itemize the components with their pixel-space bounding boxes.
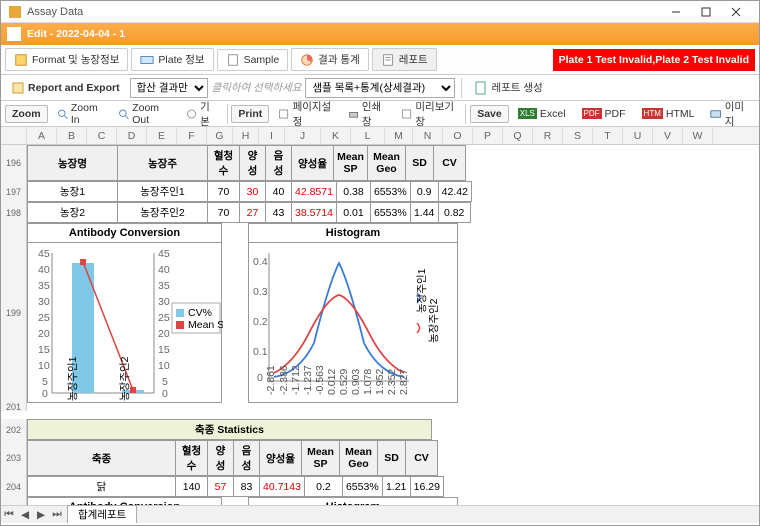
chart-antibody: 454035302520151050 454035302520151050 CV…	[28, 243, 223, 401]
svg-text:15: 15	[38, 344, 50, 356]
tab-report[interactable]: 레포트	[372, 48, 437, 71]
maximize-button[interactable]	[691, 3, 721, 21]
chart3-title: Antibody Conversion	[28, 498, 221, 505]
svg-text:35: 35	[38, 280, 50, 292]
svg-text:-0.563: -0.563	[314, 365, 326, 395]
sheet-nav-last[interactable]: ⏭	[49, 508, 65, 521]
svg-text:농장주인2: 농장주인2	[119, 356, 131, 401]
separator	[461, 78, 462, 98]
svg-text:농장주인2: 농장주인2	[428, 298, 440, 343]
tab-format[interactable]: Format 및 농장정보	[5, 48, 128, 71]
svg-text:0.2: 0.2	[253, 316, 268, 328]
table2-header: 축종혈청수양성음성양성율Mean SPMean GeoSDCV	[27, 440, 438, 476]
sheet-tab[interactable]: 합계레포트	[67, 505, 137, 523]
sheet-nav-next[interactable]: ▶	[33, 509, 49, 521]
sheet-nav-first[interactable]: ⏮	[1, 508, 17, 521]
save-excel-button[interactable]: XLSExcel	[511, 105, 573, 123]
table1-header: 농장명농장주혈청수양성음성양성율Mean SPMean GeoSDCV	[27, 145, 466, 181]
svg-text:30: 30	[158, 296, 170, 308]
window-title: Assay Data	[27, 6, 661, 18]
tab-plate[interactable]: Plate 정보	[131, 48, 213, 71]
minimize-button[interactable]	[661, 3, 691, 21]
svg-text:40: 40	[158, 264, 170, 276]
tab-result[interactable]: 결과 통계	[291, 48, 369, 71]
svg-text:0.3: 0.3	[253, 286, 268, 298]
save-html-button[interactable]: HTMHTML	[635, 105, 702, 123]
combo-detail-type[interactable]: 샘플 목록+통계(상세결과)	[305, 78, 455, 98]
svg-text:0: 0	[162, 388, 168, 400]
svg-text:Mean SP: Mean SP	[188, 319, 223, 331]
stats-title: 축종 Statistics	[27, 419, 432, 440]
svg-text:45: 45	[158, 248, 170, 260]
svg-text:0.1: 0.1	[253, 346, 268, 358]
column-header[interactable]: ABCDEFGHIJKLMNOPQRSTUVW	[1, 127, 759, 145]
svg-text:15: 15	[158, 344, 170, 356]
svg-text:농장주인1: 농장주인1	[416, 268, 428, 313]
svg-text:-1.237: -1.237	[302, 365, 314, 395]
svg-text:0: 0	[42, 388, 48, 400]
table-row: 농장1농장주인170304042.85710.386553%0.942.42	[27, 181, 472, 202]
zoomout-button[interactable]: Zoom Out	[111, 99, 177, 129]
svg-text:25: 25	[158, 312, 170, 324]
save-pdf-button[interactable]: PDFPDF	[575, 105, 633, 123]
alert-banner: Plate 1 Test Invalid,Plate 2 Test Invali…	[553, 49, 755, 71]
svg-text:1.952: 1.952	[374, 369, 386, 395]
app-icon	[9, 6, 21, 18]
svg-text:30: 30	[38, 296, 50, 308]
chart-histogram: 0.40.30.20.10 농장주인1 농장주인2 -2.861-2.386-1…	[249, 243, 459, 401]
svg-text:2.352: 2.352	[386, 369, 398, 395]
svg-text:10: 10	[158, 360, 170, 372]
combo-hint: 클릭하여 선택하세요	[212, 80, 302, 95]
svg-text:25: 25	[38, 312, 50, 324]
svg-text:1.078: 1.078	[362, 369, 374, 395]
svg-text:0.529: 0.529	[338, 369, 350, 395]
tab-sample[interactable]: Sample	[217, 49, 289, 71]
edit-label: Edit - 2022-04-04 - 1	[27, 28, 125, 40]
zoomin-button[interactable]: Zoom In	[50, 99, 109, 129]
edit-bar: Edit - 2022-04-04 - 1	[1, 23, 759, 45]
close-button[interactable]	[721, 3, 751, 21]
edit-icon	[7, 27, 21, 41]
svg-text:45: 45	[38, 248, 50, 260]
zoom-button[interactable]: Zoom	[5, 105, 48, 123]
svg-text:0.4: 0.4	[253, 256, 268, 268]
svg-text:5: 5	[42, 376, 48, 388]
report-export-label: Report and Export	[5, 78, 126, 98]
print-button[interactable]: Print	[231, 105, 269, 123]
chart4-title: Histogram	[249, 498, 457, 505]
svg-text:-2.861: -2.861	[265, 365, 277, 395]
svg-text:-2.386: -2.386	[278, 365, 290, 395]
generate-report-button[interactable]: 레포트 생성	[468, 77, 548, 98]
svg-text:0.012: 0.012	[326, 369, 338, 395]
combo-result-type[interactable]: 합산 결과만	[130, 78, 208, 98]
chart2-title: Histogram	[249, 224, 457, 243]
row-number[interactable]: 196	[1, 145, 27, 181]
svg-text:CV%: CV%	[188, 307, 212, 319]
table-row: 닭140578340.71430.26553%1.2116.29	[27, 476, 444, 497]
chart1-title: Antibody Conversion	[28, 224, 221, 243]
save-button[interactable]: Save	[470, 105, 509, 123]
svg-text:0.903: 0.903	[350, 369, 362, 395]
svg-text:5: 5	[162, 376, 168, 388]
svg-text:-1.712: -1.712	[290, 365, 302, 395]
svg-text:2.827: 2.827	[398, 369, 410, 395]
sheet-tabs: ⏮ ◀ ▶ ⏭ 합계레포트	[1, 505, 759, 523]
svg-text:40: 40	[38, 264, 50, 276]
svg-text:35: 35	[158, 280, 170, 292]
svg-text:20: 20	[38, 328, 50, 340]
svg-text:10: 10	[38, 360, 50, 372]
svg-text:20: 20	[158, 328, 170, 340]
sheet-nav-prev[interactable]: ◀	[17, 509, 33, 521]
svg-text:0: 0	[257, 372, 263, 384]
sheet-area[interactable]: 196 농장명농장주혈청수양성음성양성율Mean SPMean GeoSDCV …	[1, 145, 759, 505]
table-row: 농장2농장주인270274338.57140.016553%1.440.82	[27, 202, 471, 223]
svg-text:농장주인1: 농장주인1	[67, 356, 79, 401]
